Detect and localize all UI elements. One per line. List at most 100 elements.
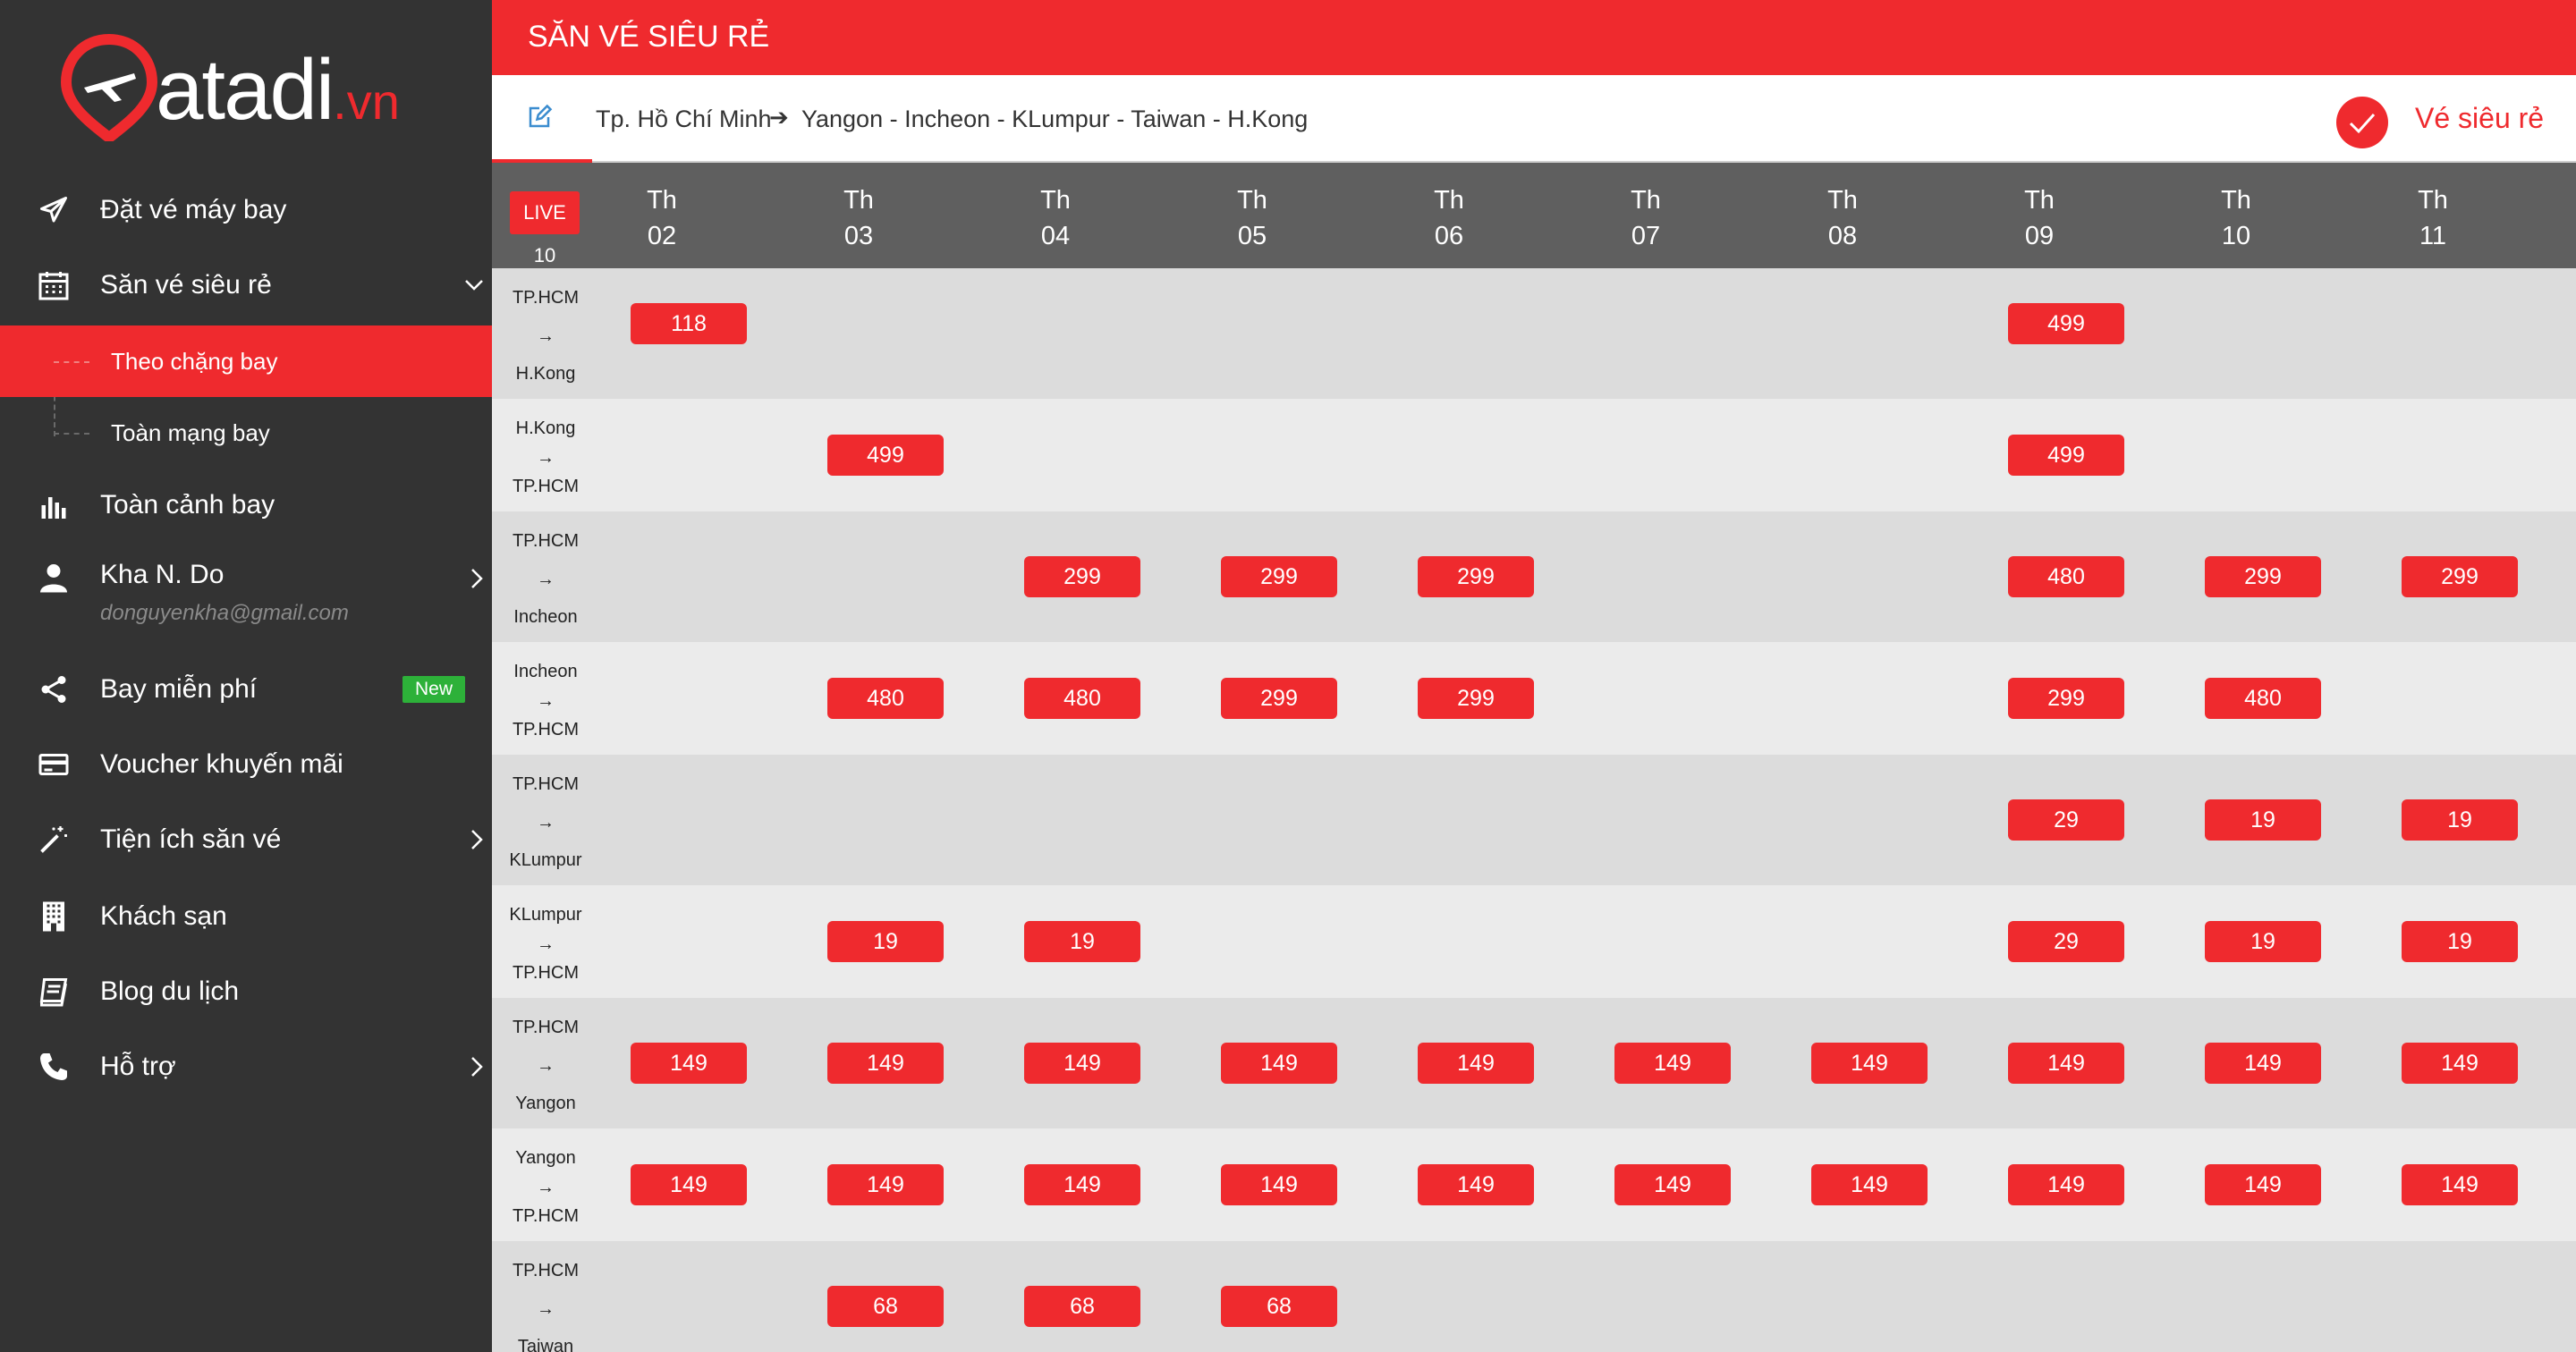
fare-price-button[interactable]: 149 [827,1164,944,1205]
atadi-logo[interactable]: atadi.vn [59,34,435,141]
route-to: TP.HCM [512,963,580,983]
route-arrow-icon: → [537,447,555,468]
fare-price-button[interactable]: 299 [2205,556,2321,597]
cheap-filter-label[interactable]: Vé siêu rẻ [2415,102,2544,135]
nav-khach-san[interactable]: Khách sạn [0,885,492,948]
fare-price-button[interactable]: 480 [827,678,944,719]
fare-price-button[interactable]: 19 [1024,921,1140,962]
month-prefix: Th [647,186,677,215]
fare-price-button[interactable]: 299 [1418,556,1534,597]
route-to: Yangon [515,1094,576,1113]
fare-price-button[interactable]: 499 [2008,435,2124,476]
fare-price-button[interactable]: 19 [2402,799,2518,841]
fare-price-button[interactable]: 299 [1221,678,1337,719]
route-from: TP.HCM [512,1261,580,1280]
phone-icon [40,1053,67,1080]
fare-price-button[interactable]: 19 [2205,799,2321,841]
nav-san-ve-sieu-re[interactable]: Săn vé siêu rẻ [0,254,492,317]
fare-price-button[interactable]: 149 [1024,1043,1140,1084]
cheap-filter-toggle[interactable] [2336,97,2388,148]
nav-ho-tro[interactable]: Hỗ trợ [0,1035,492,1098]
nav-user-account[interactable]: Kha N. Do donguyenkha@gmail.com [0,547,492,630]
fare-price-button[interactable]: 149 [1418,1043,1534,1084]
subnav-theo-chang-bay[interactable]: Theo chặng bay [0,325,492,397]
new-badge: New [402,676,466,703]
month-number: 05 [1237,222,1267,250]
fare-price-button[interactable]: 149 [2205,1164,2321,1205]
fare-price-button[interactable]: 68 [827,1286,944,1327]
fare-price-button[interactable]: 149 [1221,1043,1337,1084]
fare-price-button[interactable]: 68 [1221,1286,1337,1327]
subnav-label: Toàn mạng bay [111,418,270,446]
fare-price-button[interactable]: 149 [631,1164,747,1205]
fare-price-button[interactable]: 480 [1024,678,1140,719]
fare-price-button[interactable]: 149 [2402,1043,2518,1084]
route-to: H.Kong [515,364,576,384]
fare-price-button[interactable]: 68 [1024,1286,1140,1327]
fare-price-button[interactable]: 499 [2008,303,2124,344]
nav-label: Toàn cảnh bay [100,490,275,520]
fare-price-button[interactable]: 149 [2008,1164,2124,1205]
fare-price-button[interactable]: 149 [1418,1164,1534,1205]
chevron-right-icon [471,569,483,588]
fare-price-button[interactable]: 149 [1811,1043,1928,1084]
month-column-header: Th 08 [1789,182,1896,254]
fare-price-button[interactable]: 149 [2008,1043,2124,1084]
edit-icon[interactable] [526,104,553,131]
bar-chart-icon [41,497,66,519]
fare-price-button[interactable]: 19 [2402,921,2518,962]
month-prefix: Th [843,186,874,215]
nav-voucher-khuyen-mai[interactable]: Voucher khuyến mãi [0,733,492,796]
month-number: 08 [1827,222,1858,250]
fare-price-button[interactable]: 299 [2402,556,2518,597]
fare-row: H.Kong → TP.HCM 499 499 [492,399,2576,511]
fare-price-button[interactable]: 19 [2205,921,2321,962]
nav-label: Đặt vé máy bay [100,195,287,224]
fare-price-button[interactable]: 149 [827,1043,944,1084]
nav-tien-ich-san-ve[interactable]: Tiện ích săn vé [0,808,492,871]
month-prefix: Th [1040,186,1071,215]
fare-price-button[interactable]: 149 [1614,1043,1731,1084]
fare-price-button[interactable]: 480 [2205,678,2321,719]
fare-price-button[interactable]: 299 [1418,678,1534,719]
fare-price-button[interactable]: 149 [1221,1164,1337,1205]
fare-price-button[interactable]: 149 [1811,1164,1928,1205]
fare-price-button[interactable]: 118 [631,303,747,344]
route-arrow-icon: → [537,690,555,711]
route-label: TP.HCM → Taiwan [492,1241,599,1352]
nav-dat-ve-may-bay[interactable]: Đặt vé máy bay [0,179,492,241]
fare-price-button[interactable]: 149 [631,1043,747,1084]
route-label: Incheon → TP.HCM [492,642,599,755]
nav-label: Hỗ trợ [100,1052,176,1081]
month-column-header: Th 05 [1199,182,1306,254]
route-label: TP.HCM → Incheon [492,511,599,642]
route-summary-bar: Tp. Hồ Chí Minh ➔ Yangon - Incheon - KLu… [492,75,2576,163]
route-label: TP.HCM → Yangon [492,998,599,1128]
fare-price-button[interactable]: 19 [827,921,944,962]
checkmark-icon [2349,113,2376,134]
fare-price-button[interactable]: 149 [2205,1043,2321,1084]
page-title: SĂN VÉ SIÊU RẺ [528,20,770,54]
nav-bay-mien-phi[interactable]: Bay miễn phí New [0,658,492,721]
month-number: 06 [1434,222,1464,250]
month-column-header: Th 10 [2182,182,2290,254]
fare-price-button[interactable]: 480 [2008,556,2124,597]
subnav-label: Theo chặng bay [111,347,278,375]
month-number: 02 [647,222,677,250]
fare-price-button[interactable]: 299 [2008,678,2124,719]
fare-price-button[interactable]: 149 [1614,1164,1731,1205]
month-column-header: Th 02 [608,182,716,254]
fare-price-button[interactable]: 149 [1024,1164,1140,1205]
fare-price-button[interactable]: 29 [2008,799,2124,841]
fare-price-button[interactable]: 299 [1024,556,1140,597]
nav-label: Khách sạn [100,901,227,931]
nav-label: Voucher khuyến mãi [100,749,343,779]
route-from: Incheon [513,662,578,681]
nav-toan-canh-bay[interactable]: Toàn cảnh bay [0,474,492,537]
fare-price-button[interactable]: 499 [827,435,944,476]
fare-price-button[interactable]: 149 [2402,1164,2518,1205]
fare-price-button[interactable]: 29 [2008,921,2124,962]
fare-price-button[interactable]: 299 [1221,556,1337,597]
subnav-toan-mang-bay[interactable]: Toàn mạng bay [0,397,492,469]
nav-blog-du-lich[interactable]: Blog du lịch [0,960,492,1023]
